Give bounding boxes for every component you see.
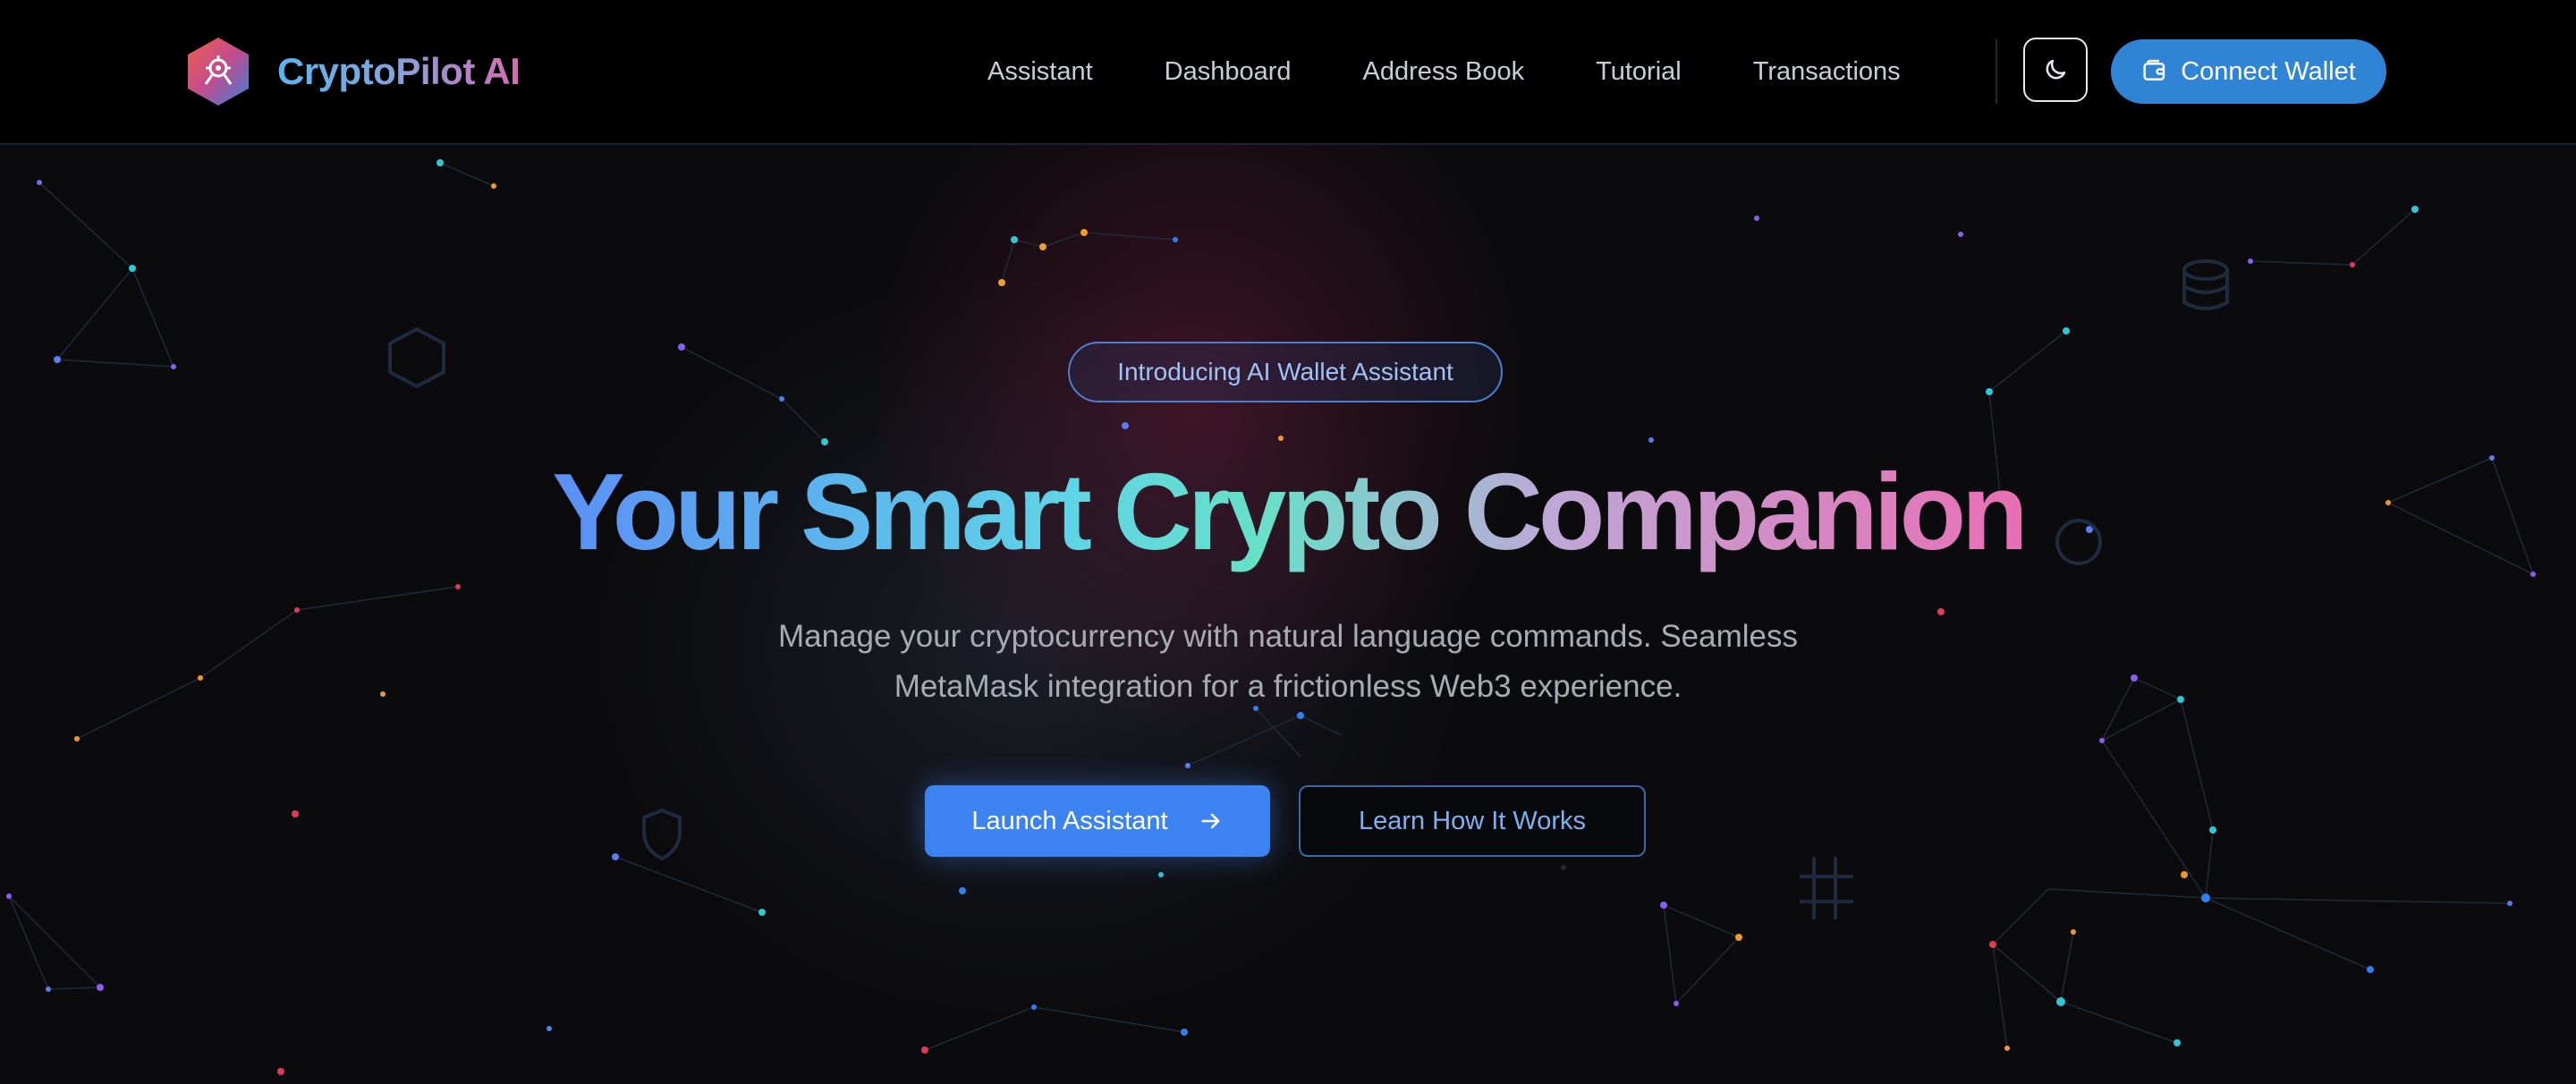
hero-subtitle: Manage your cryptocurrency with natural … bbox=[698, 612, 1878, 712]
hero-subtitle-line-2: MetaMask integration for a frictionless … bbox=[894, 669, 1682, 704]
launch-assistant-label: Launch Assistant bbox=[971, 806, 1168, 835]
launch-assistant-button[interactable]: Launch Assistant bbox=[925, 785, 1270, 857]
learn-how-it-works-label: Learn How It Works bbox=[1358, 806, 1587, 835]
arrow-right-icon bbox=[1201, 813, 1220, 829]
wallet-icon bbox=[2143, 59, 2165, 80]
announcement-badge[interactable]: Introducing AI Wallet Assistant bbox=[1068, 342, 1503, 402]
connect-wallet-label: Connect Wallet bbox=[2181, 56, 2356, 86]
theme-toggle-button[interactable] bbox=[2023, 38, 2088, 102]
hero-title-text: Your Smart Crypto Companion bbox=[552, 451, 2028, 572]
nav-link-assistant[interactable]: Assistant bbox=[987, 50, 1093, 93]
badge-label: Introducing AI Wallet Assistant bbox=[1117, 358, 1453, 385]
learn-how-it-works-button[interactable]: Learn How It Works bbox=[1299, 785, 1646, 857]
hero-section: Introducing AI Wallet Assistant Your Sma… bbox=[0, 145, 2576, 1084]
nav-link-tutorial[interactable]: Tutorial bbox=[1596, 50, 1682, 93]
navbar: CryptoPilot AI Assistant Dashboard Addre… bbox=[0, 0, 2576, 145]
nav-links: Assistant Dashboard Address Book Tutoria… bbox=[987, 50, 1901, 93]
nav-link-address-book[interactable]: Address Book bbox=[1363, 50, 1525, 93]
nav-link-dashboard[interactable]: Dashboard bbox=[1165, 50, 1292, 93]
nav-divider bbox=[1996, 39, 1997, 104]
brand[interactable]: CryptoPilot AI bbox=[186, 36, 521, 107]
nav-link-transactions[interactable]: Transactions bbox=[1753, 50, 1901, 93]
moon-icon bbox=[2046, 59, 2066, 80]
connect-wallet-button[interactable]: Connect Wallet bbox=[2111, 39, 2386, 104]
logo-icon bbox=[188, 38, 249, 106]
hero-title: Your Smart Crypto Companion bbox=[0, 449, 2576, 574]
hero-subtitle-line-1: Manage your cryptocurrency with natural … bbox=[777, 619, 1798, 654]
brand-name: CryptoPilot AI bbox=[277, 50, 521, 92]
